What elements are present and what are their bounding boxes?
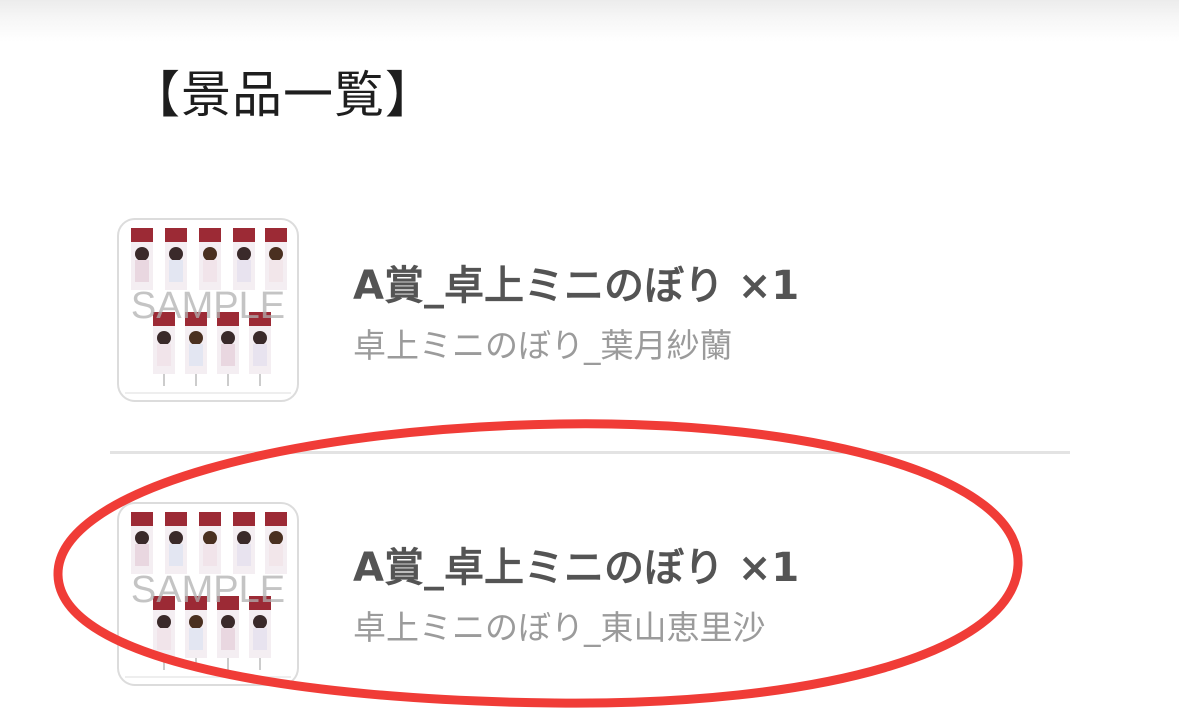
mini-banner-set-image: SAMPLE: [125, 228, 291, 394]
banner-row-top: [131, 228, 287, 290]
banner-row-top: [131, 512, 287, 574]
prize-thumbnail: SAMPLE: [117, 502, 299, 686]
mini-banner-set-image: SAMPLE: [125, 512, 291, 678]
prize-subtitle: 卓上ミニのぼり_葉月紗蘭: [353, 326, 733, 365]
prize-subtitle: 卓上ミニのぼり_東山恵里沙: [353, 608, 766, 647]
prize-list-item[interactable]: SAMPLE A賞_卓上ミニのぼり ×1 卓上ミニのぼり_東山恵里沙: [0, 494, 1179, 694]
sample-watermark: SAMPLE: [131, 285, 285, 327]
prize-list-page: 【景品一覧】 SAMPLE A賞_卓上ミニのぼり ×1 卓上ミニのぼり_葉月紗蘭…: [0, 0, 1179, 725]
prize-list-item[interactable]: SAMPLE A賞_卓上ミニのぼり ×1 卓上ミニのぼり_葉月紗蘭: [0, 210, 1179, 410]
sample-watermark: SAMPLE: [131, 569, 285, 611]
prize-thumbnail: SAMPLE: [117, 218, 299, 402]
prize-title: A賞_卓上ミニのぼり ×1: [353, 545, 800, 591]
prize-title: A賞_卓上ミニのぼり ×1: [353, 263, 800, 309]
list-divider: [110, 451, 1070, 454]
prize-list-heading: 【景品一覧】: [130, 66, 436, 124]
